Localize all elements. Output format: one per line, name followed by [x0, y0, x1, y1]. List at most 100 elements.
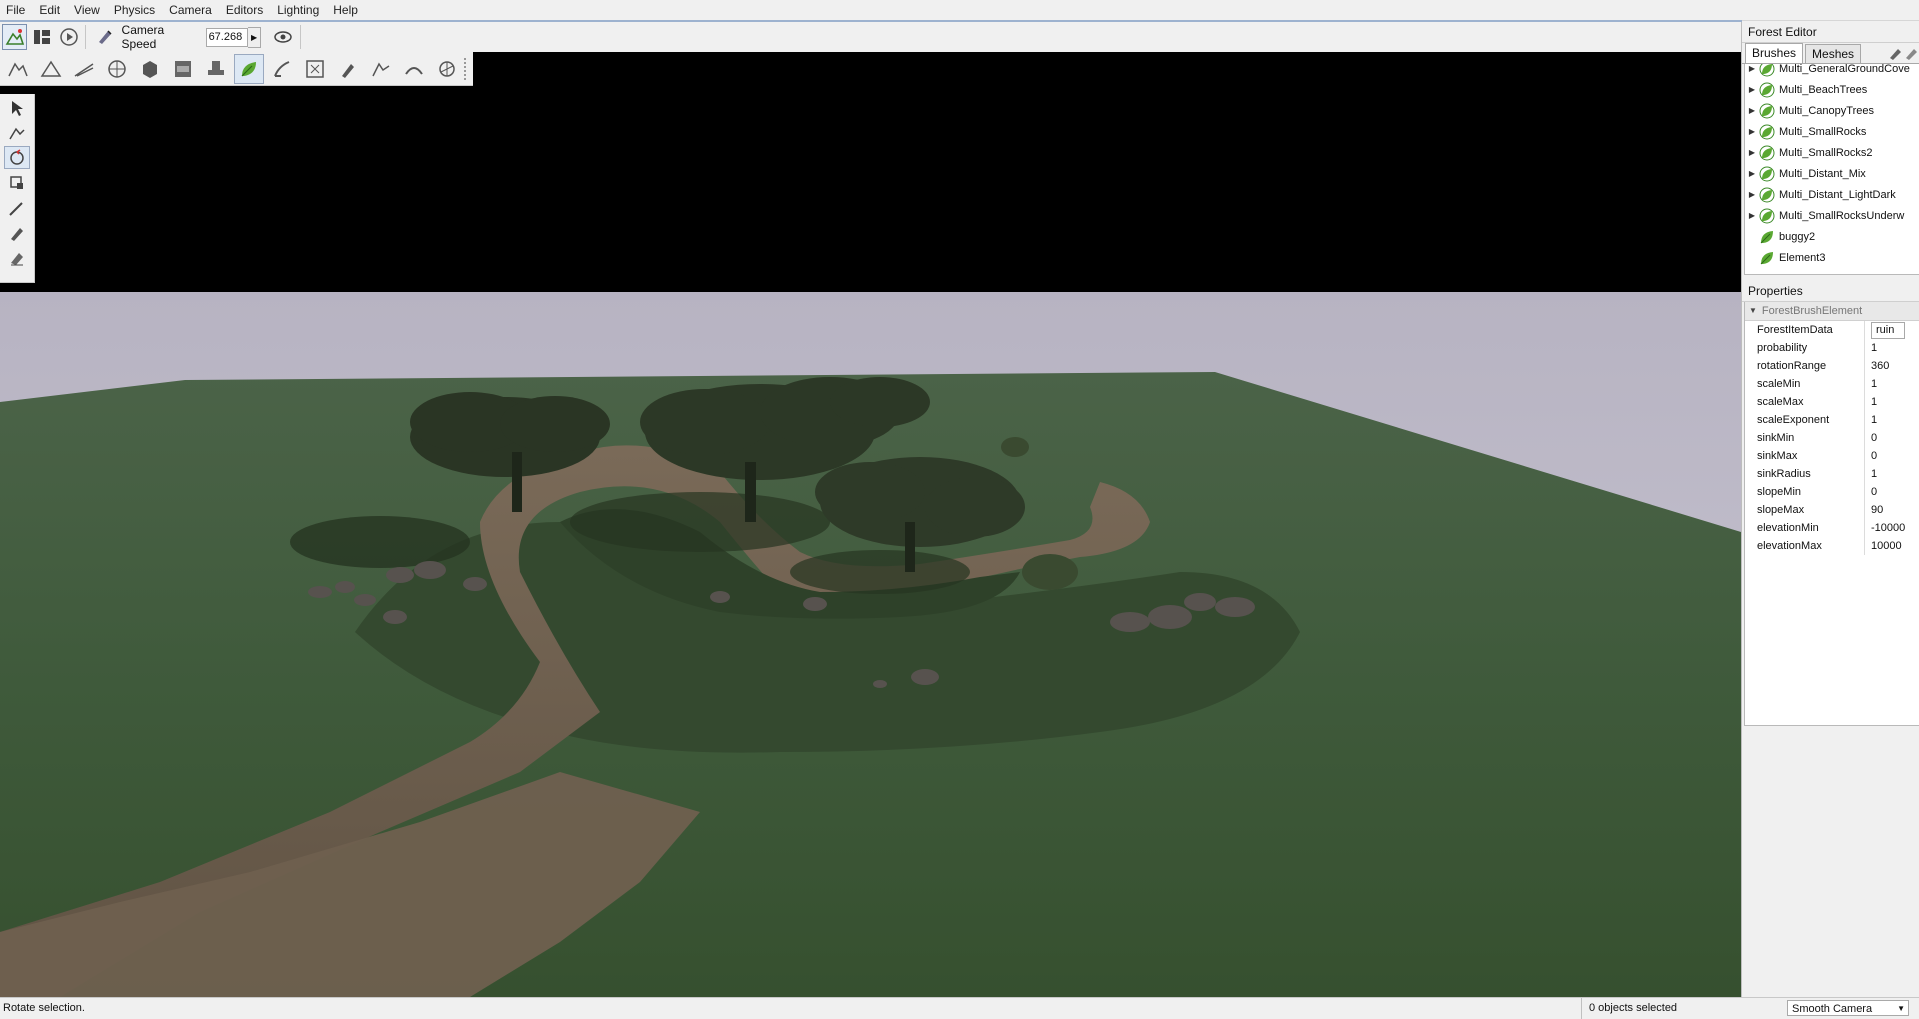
selection-count: 0 objects selected: [1581, 998, 1781, 1019]
visibility-button[interactable]: [271, 24, 296, 50]
tool-decal[interactable]: [366, 54, 396, 84]
property-section-header[interactable]: ▼ ForestBrushElement: [1745, 302, 1919, 321]
brush-tool[interactable]: [4, 221, 30, 244]
menu-physics[interactable]: Physics: [107, 0, 162, 20]
chevron-down-icon: ▼: [1897, 1004, 1905, 1013]
tree-item[interactable]: ▶ Multi_SmallRocks: [1745, 121, 1919, 142]
property-value[interactable]: 90: [1865, 501, 1919, 519]
add-brush-icon[interactable]: [1888, 45, 1904, 61]
move-tool[interactable]: [4, 121, 30, 144]
scale-icon: [10, 175, 23, 189]
tool-material[interactable]: [168, 54, 198, 84]
stamp-icon: [208, 60, 224, 75]
cube-icon: [143, 60, 157, 78]
scale-tool[interactable]: [4, 171, 30, 194]
menu-view[interactable]: View: [67, 0, 107, 20]
erase-tool[interactable]: [4, 246, 30, 269]
tool-sphere[interactable]: [102, 54, 132, 84]
tree-item[interactable]: ▶ Multi_Distant_Mix: [1745, 163, 1919, 184]
menu-file[interactable]: File: [0, 0, 32, 20]
tree-item[interactable]: buggy2: [1745, 226, 1919, 247]
tree-item-label: Multi_GeneralGroundCove: [1779, 64, 1910, 75]
property-value[interactable]: 1: [1865, 375, 1919, 393]
property-value[interactable]: 0: [1865, 483, 1919, 501]
tree-item[interactable]: ▶ Multi_SmallRocksUnderw: [1745, 205, 1919, 226]
menu-help[interactable]: Help: [326, 0, 365, 20]
decal-icon: [372, 62, 390, 76]
tree-item[interactable]: Element3: [1745, 247, 1919, 268]
tree-item[interactable]: ▶ Multi_CanopyTrees: [1745, 100, 1919, 121]
river-icon: [274, 60, 290, 77]
tool-mesh-road[interactable]: [399, 54, 429, 84]
tool-road[interactable]: [69, 54, 99, 84]
property-value[interactable]: 1: [1865, 339, 1919, 357]
play-game-button[interactable]: [56, 24, 81, 50]
expand-arrow-icon[interactable]: ▶: [1745, 211, 1759, 220]
camera-speed-slider-button[interactable]: ▶: [248, 26, 261, 48]
property-row: scaleExponent 1: [1745, 411, 1919, 429]
mesh-road-icon: [405, 66, 423, 75]
tool-river[interactable]: [267, 54, 297, 84]
tool-heightmap[interactable]: [3, 54, 33, 84]
tree-item[interactable]: ▶ Multi_SmallRocks2: [1745, 142, 1919, 163]
tree-item[interactable]: ▶ Multi_Distant_LightDark: [1745, 184, 1919, 205]
camera-speed-icon-button[interactable]: [92, 24, 117, 50]
scene-render: [0, 52, 1741, 997]
expand-arrow-icon[interactable]: ▶: [1745, 106, 1759, 115]
expand-arrow-icon[interactable]: ▶: [1745, 64, 1759, 73]
eraser-icon: [11, 252, 23, 265]
property-value[interactable]: 10000: [1865, 537, 1919, 555]
menu-edit[interactable]: Edit: [32, 0, 67, 20]
tree-item-label: Multi_SmallRocksUnderw: [1779, 209, 1905, 222]
property-row: elevationMin -10000: [1745, 519, 1919, 537]
property-value[interactable]: -10000: [1865, 519, 1919, 537]
menu-lighting[interactable]: Lighting: [270, 0, 326, 20]
tool-stamp[interactable]: [201, 54, 231, 84]
tree-item-label: buggy2: [1779, 230, 1816, 243]
collapse-arrow-icon[interactable]: ▼: [1749, 302, 1757, 320]
toolbar-separator: [85, 25, 87, 49]
expand-arrow-icon[interactable]: ▶: [1745, 127, 1759, 136]
property-value[interactable]: 0: [1865, 447, 1919, 465]
expand-arrow-icon[interactable]: ▶: [1745, 148, 1759, 157]
tool-terrain[interactable]: [36, 54, 66, 84]
tool-object[interactable]: [135, 54, 165, 84]
world-editor-button[interactable]: [2, 24, 28, 50]
tool-particle[interactable]: [432, 54, 462, 84]
add-element-icon[interactable]: [1904, 45, 1919, 61]
gizmo-icon: [439, 60, 455, 77]
property-row: ForestItemData ruin: [1745, 321, 1919, 339]
camera-speed-input[interactable]: 67.268: [205, 27, 249, 47]
scene-viewport[interactable]: [0, 52, 1741, 997]
property-value[interactable]: 0: [1865, 429, 1919, 447]
paint-tool[interactable]: [4, 196, 30, 219]
terrain-icon: [5, 29, 24, 45]
expand-arrow-icon[interactable]: ▶: [1745, 169, 1759, 178]
property-value[interactable]: 1: [1865, 411, 1919, 429]
tool-forest[interactable]: [234, 53, 264, 84]
property-value[interactable]: ruin: [1865, 321, 1919, 339]
tree-item[interactable]: ▶ Multi_BeachTrees: [1745, 79, 1919, 100]
gui-editor-button[interactable]: [29, 24, 54, 50]
menu-bar: File Edit View Physics Camera Editors Li…: [0, 0, 1919, 21]
menu-editors[interactable]: Editors: [219, 0, 270, 20]
property-value[interactable]: 360: [1865, 357, 1919, 375]
editor-tools-toolbar: [0, 52, 473, 86]
property-section-label: ForestBrushElement: [1761, 305, 1863, 317]
rotate-tool[interactable]: [4, 146, 30, 169]
tool-paint[interactable]: [333, 54, 363, 84]
expand-arrow-icon[interactable]: ▶: [1745, 190, 1759, 199]
tree-item[interactable]: ▶ Multi_GeneralGroundCove: [1745, 64, 1919, 79]
toolbar-grip[interactable]: [464, 57, 470, 80]
tree-item-label: Multi_SmallRocks: [1779, 125, 1867, 138]
property-value[interactable]: 1: [1865, 393, 1919, 411]
menu-camera[interactable]: Camera: [162, 0, 219, 20]
select-tool[interactable]: [4, 96, 30, 119]
tab-brushes[interactable]: Brushes: [1745, 43, 1804, 63]
property-value-text[interactable]: ruin: [1871, 322, 1906, 339]
property-value[interactable]: 1: [1865, 465, 1919, 483]
tool-navmesh[interactable]: [300, 54, 330, 84]
tab-meshes[interactable]: Meshes: [1805, 44, 1862, 63]
expand-arrow-icon[interactable]: ▶: [1745, 85, 1759, 94]
camera-mode-select[interactable]: Smooth Camera ▼: [1787, 1000, 1909, 1016]
